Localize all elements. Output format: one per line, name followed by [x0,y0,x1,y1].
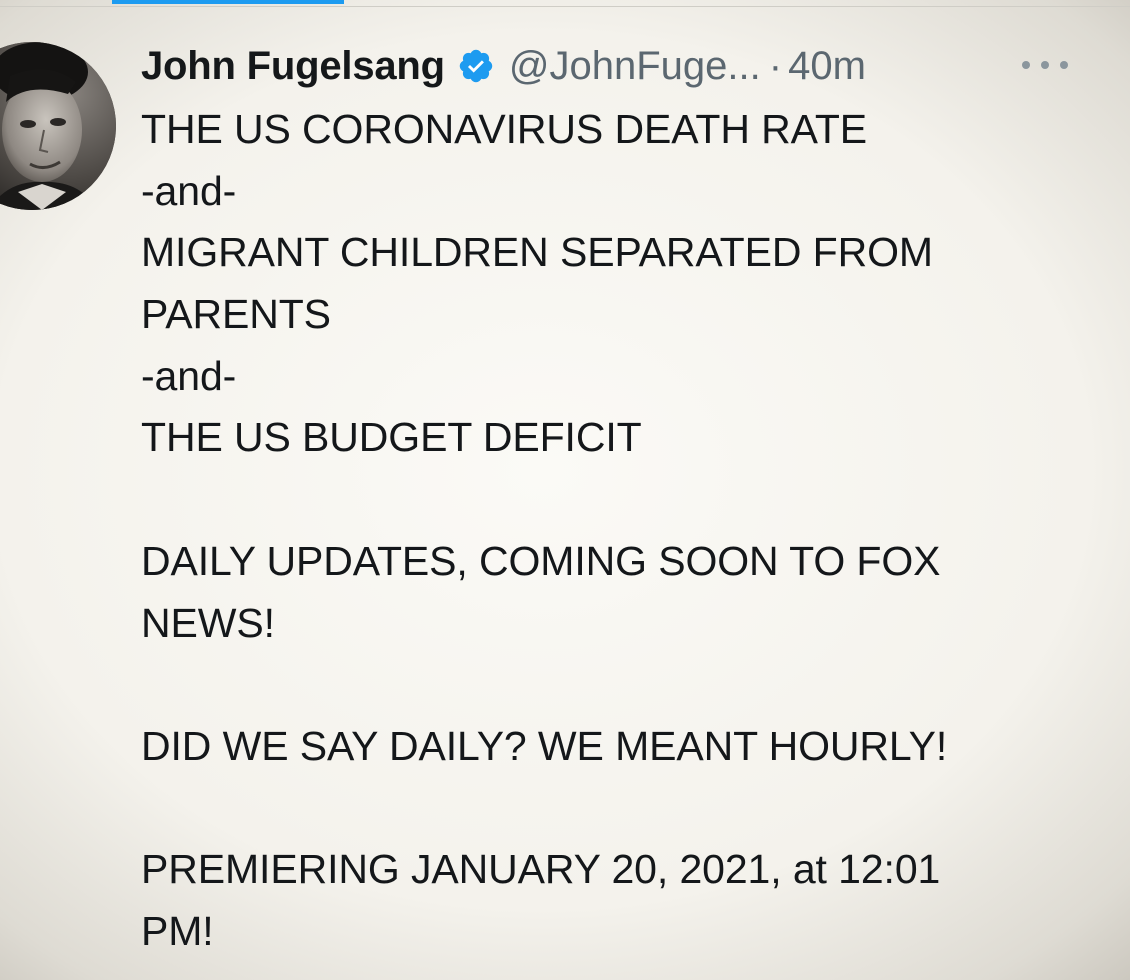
tweet-text-line: THE US BUDGET DEFICIT [141,414,642,461]
verified-badge-icon [457,47,495,85]
active-tab-indicator [112,0,344,4]
screenshot-frame: John Fugelsang @JohnFuge... · 40m THE US… [0,0,1130,980]
header-divider [0,6,1130,7]
more-dot [1041,61,1049,69]
avatar[interactable] [0,42,116,210]
tweet-text-line: PARENTS [141,291,331,338]
more-options-icon[interactable] [1022,50,1068,80]
tweet-timestamp[interactable]: 40m [788,44,866,89]
tweet-text-line: NEWS! [141,599,275,646]
tweet-text-line: -and- [141,167,237,214]
author-handle[interactable]: @JohnFuge... [509,44,761,89]
tweet-text-line: PM! [141,907,214,954]
profile-photo [0,42,116,210]
tweet-text: THE US CORONAVIRUS DEATH RATE -and- MIGR… [141,99,1101,963]
tweet-text-line: DAILY UPDATES, COMING SOON TO FOX [141,537,941,584]
tweet-text-line: -and- [141,352,237,399]
tweet-text-line: MIGRANT CHILDREN SEPARATED FROM [141,229,933,276]
tweet-text-line: DID WE SAY DAILY? WE MEANT HOURLY! [141,722,948,769]
tweet-text-line: PREMIERING JANUARY 20, 2021, at 12:01 [141,846,941,893]
tweet-text-line: THE US CORONAVIRUS DEATH RATE [141,106,868,152]
separator-dot: · [768,43,783,88]
author-display-name[interactable]: John Fugelsang [141,44,445,89]
tweet-header: John Fugelsang @JohnFuge... · 40m [141,40,866,92]
more-dot [1022,61,1030,69]
more-dot [1060,61,1068,69]
